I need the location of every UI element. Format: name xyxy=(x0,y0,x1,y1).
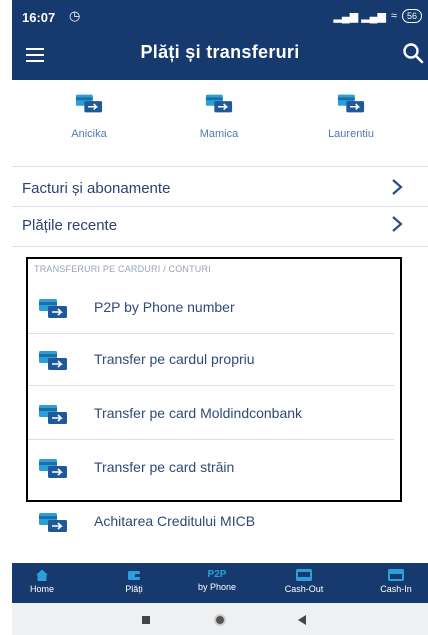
bottom-navigation: Home Plăți P2P by Phone Cash-Out Cash-In xyxy=(12,563,428,603)
highlight-box xyxy=(26,257,402,502)
nav-label: by Phone xyxy=(197,582,237,592)
favorite-mamica[interactable]: Mamica xyxy=(164,92,274,140)
nav-payments[interactable]: Plăți xyxy=(106,563,162,603)
divider xyxy=(12,166,428,167)
nav-p2p[interactable]: P2P by Phone xyxy=(184,563,250,603)
app-header: 16:07 ◷ ▂▄▆ ▂▄▆ ≈ 56 Plăți și transferur… xyxy=(12,0,428,80)
recent-apps-icon[interactable] xyxy=(142,616,150,624)
status-indicators: ▂▄▆ ▂▄▆ ≈ 56 xyxy=(333,9,422,23)
home-icon xyxy=(36,569,48,581)
nav-p2p-top-label: P2P xyxy=(207,569,227,580)
card-transfer-icon xyxy=(75,94,103,113)
nav-label: Cash-Out xyxy=(284,584,324,594)
favorite-anicika[interactable]: Anicika xyxy=(34,92,144,140)
link-label: Facturi și abonamente xyxy=(22,180,171,197)
card-transfer-icon xyxy=(205,94,233,113)
bills-subscriptions-link[interactable]: Facturi și abonamente xyxy=(12,172,428,208)
favorite-laurentiu[interactable]: Laurentiu xyxy=(296,92,406,140)
status-bar: 16:07 ◷ ▂▄▆ ▂▄▆ ≈ 56 xyxy=(12,0,428,36)
favorite-label: Laurentiu xyxy=(328,128,374,140)
system-navigation-bar xyxy=(12,603,428,635)
micb-credit-repayment-item[interactable]: Achitarea Creditului MICB xyxy=(24,496,398,548)
search-icon[interactable] xyxy=(402,42,424,64)
app-screen: 16:07 ◷ ▂▄▆ ▂▄▆ ≈ 56 Plăți și transferur… xyxy=(12,0,428,635)
alarm-icon: ◷ xyxy=(69,8,81,23)
favorite-label: Mamica xyxy=(199,128,239,140)
wifi-icon: ≈ xyxy=(390,10,397,22)
status-time: 16:07 xyxy=(22,10,56,25)
signal-icon: ▂▄▆ ▂▄▆ xyxy=(333,10,386,23)
chevron-right-icon xyxy=(392,216,403,232)
home-button-icon[interactable] xyxy=(214,614,226,626)
divider xyxy=(12,206,428,207)
nav-label: Home xyxy=(29,584,54,594)
cash-out-icon xyxy=(296,569,312,581)
battery-icon: 56 xyxy=(401,9,422,23)
link-label: Plățile recente xyxy=(22,217,118,234)
nav-label: Cash-In xyxy=(380,584,412,594)
nav-home[interactable]: Home xyxy=(14,563,70,603)
favorite-label: Anicika xyxy=(71,128,107,140)
item-label: Achitarea Creditului MICB xyxy=(94,513,256,529)
divider xyxy=(12,246,428,247)
recent-payments-link[interactable]: Plățile recente xyxy=(12,209,428,245)
favorite-recipients: Anicika Mamica Laurentiu xyxy=(12,92,428,160)
card-transfer-icon xyxy=(337,94,365,113)
chevron-right-icon xyxy=(392,179,403,195)
cash-in-icon xyxy=(388,569,404,581)
card-transfer-icon xyxy=(39,513,67,532)
wallet-icon xyxy=(128,571,140,580)
nav-label: Plăți xyxy=(125,584,143,594)
nav-cash-out[interactable]: Cash-Out xyxy=(274,563,334,603)
back-icon[interactable] xyxy=(298,615,306,625)
page-title: Plăți și transferuri xyxy=(140,42,300,62)
nav-cash-in[interactable]: Cash-In xyxy=(368,563,424,603)
